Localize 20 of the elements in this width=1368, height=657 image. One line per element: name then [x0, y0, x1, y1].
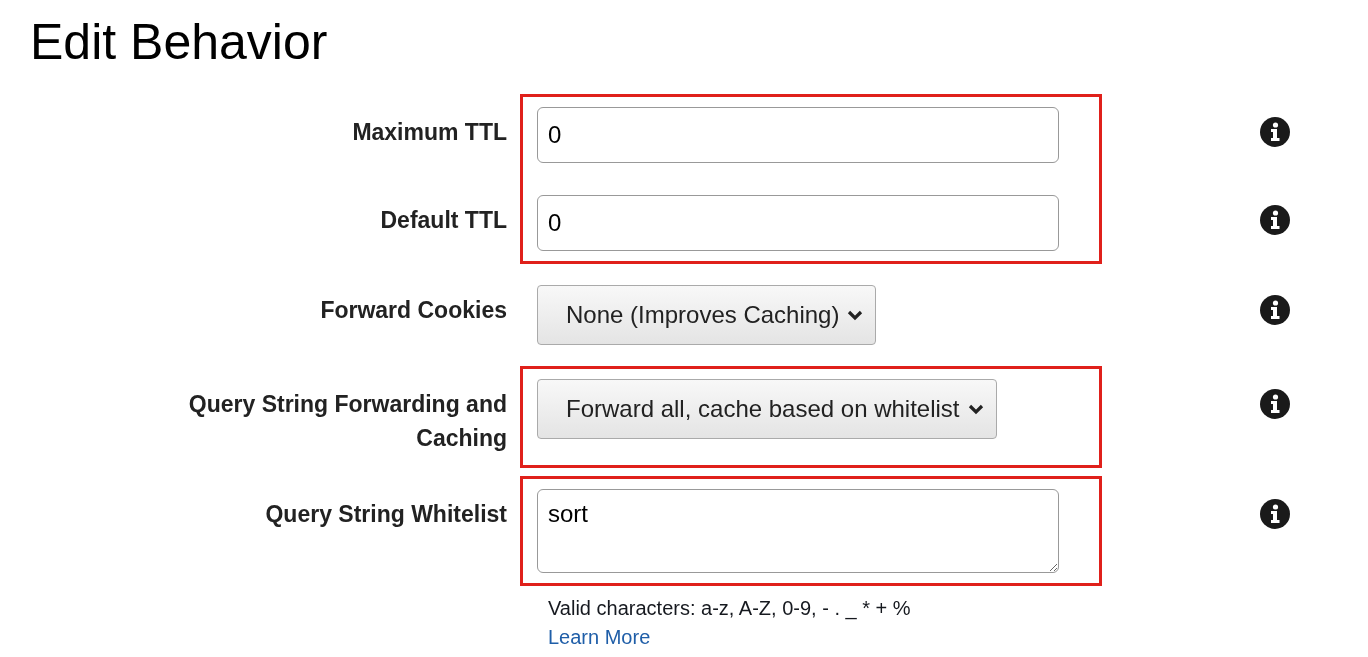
info-icon[interactable] [1260, 295, 1290, 325]
chevron-icon [967, 403, 984, 415]
field-label: Forward Cookies [320, 296, 508, 325]
page-title: Edit Behavior [29, 13, 329, 72]
learn-more-link[interactable]: Learn More [548, 623, 651, 652]
text-field[interactable]: 0 [537, 195, 1059, 251]
field-label: Default TTL [380, 206, 508, 235]
text-field[interactable]: 0 [537, 107, 1059, 163]
text-area[interactable]: sort [537, 489, 1059, 573]
dropdown[interactable]: Forward all, cache based on whitelist [537, 379, 997, 439]
chevron-icon [847, 309, 864, 321]
help-text: Valid characters: a-z, A-Z, 0-9, - . _ * + % [548, 596, 911, 622]
field-label: Maximum TTL [352, 118, 508, 147]
field-label: Query String Whitelist [265, 500, 508, 529]
info-icon[interactable] [1260, 117, 1290, 147]
info-icon[interactable] [1260, 205, 1290, 235]
info-icon[interactable] [1260, 389, 1290, 419]
field-label: Query String Forwarding and Caching [187, 390, 508, 453]
info-icon[interactable] [1260, 499, 1290, 529]
dropdown[interactable]: None (Improves Caching) [537, 285, 877, 345]
